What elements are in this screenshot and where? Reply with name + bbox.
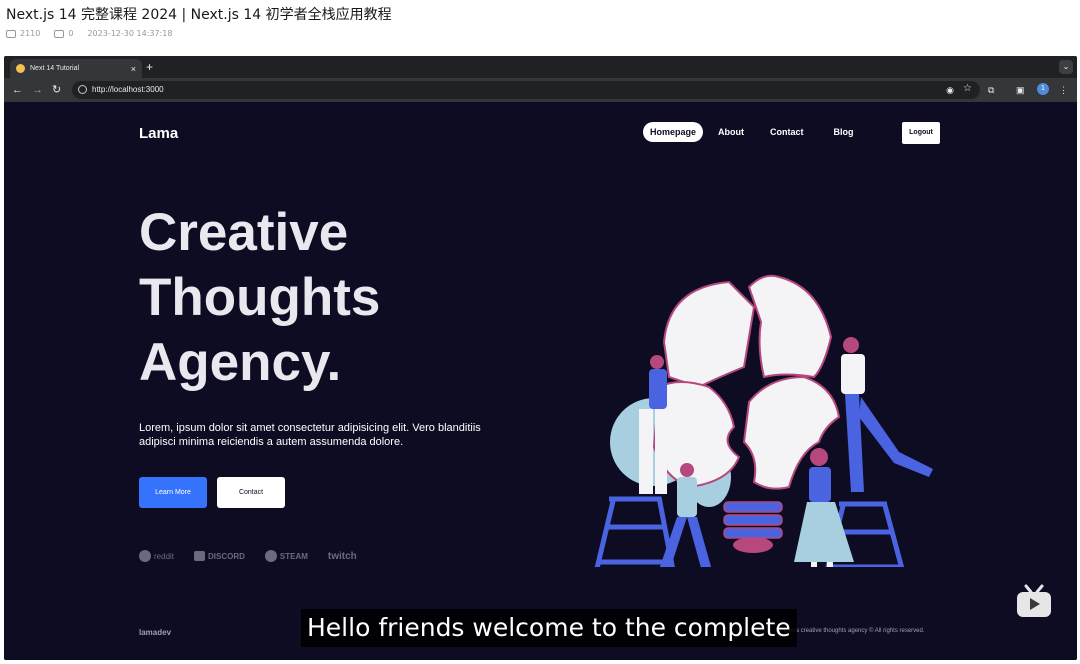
person-left [639, 355, 667, 494]
profile-avatar[interactable]: 1 [1037, 83, 1049, 95]
hero-description: Lorem, ipsum dolor sit amet consectetur … [139, 422, 481, 448]
nav-homepage[interactable]: Homepage [643, 122, 704, 142]
steam-icon [264, 550, 277, 562]
video-subtitle: Hello friends welcome to the complete [301, 609, 797, 647]
browser-tab[interactable]: Next 14 Tutorial × [10, 59, 142, 78]
forward-icon[interactable]: → [32, 82, 43, 98]
site-logo[interactable]: Lama [139, 125, 178, 142]
website-page: Lama Homepage About Contact Blog Logout … [4, 102, 1077, 660]
extensions-icon[interactable]: ⧉ [988, 83, 994, 97]
site-info-icon[interactable] [78, 85, 87, 94]
tab-close-icon[interactable]: × [131, 64, 136, 74]
hero-title-line: Creative [139, 203, 349, 262]
puzzle-illustration [594, 274, 933, 567]
publish-date: 2023-12-30 14:37:18 [87, 29, 173, 38]
comment-icon [54, 29, 65, 38]
url-text[interactable]: http://localhost:3000 [92, 84, 164, 96]
discord-logo: DISCORD [194, 551, 245, 561]
video-frame[interactable]: Next 14 Tutorial × + ⌄ ← → ↻ http://loca… [4, 56, 1077, 660]
discord-icon [194, 551, 206, 561]
steam-logo: STEAM [264, 550, 308, 562]
tv-logo-icon [1017, 584, 1051, 617]
person-right-top [841, 337, 933, 492]
site-nav: Homepage About Contact Blog [643, 122, 869, 142]
hero-title: Creative Thoughts Agency. [139, 200, 380, 395]
nav-blog[interactable]: Blog [827, 122, 861, 142]
twitch-logo: twitch [327, 550, 357, 562]
comment-count: 0 [68, 29, 74, 38]
reddit-icon [139, 550, 151, 562]
brand-logos: reddit DISCORD STEAM twitch [139, 550, 357, 562]
browser-tab-strip: Next 14 Tutorial × + ⌄ [4, 56, 1077, 78]
hero-title-line: Agency. [139, 333, 342, 392]
menu-dots-icon[interactable]: ⋮ [1059, 83, 1068, 97]
footer-logo: lamadev [139, 628, 172, 637]
logout-button[interactable]: Logout [902, 122, 940, 144]
tab-title: Next 14 Tutorial [30, 65, 80, 72]
reload-icon[interactable]: ↻ [52, 82, 61, 98]
puzzle-piece [662, 280, 756, 389]
contact-button[interactable]: Contact [217, 477, 285, 508]
play-count-icon [6, 29, 16, 38]
puzzle-piece [747, 274, 833, 379]
nav-contact[interactable]: Contact [763, 122, 811, 142]
sidebar-icon[interactable]: ▣ [1016, 83, 1025, 97]
favicon-icon [16, 64, 25, 73]
address-bar[interactable]: http://localhost:3000 ◉ ☆ [72, 81, 980, 99]
back-icon[interactable]: ← [12, 82, 23, 98]
video-meta: 2110 0 2023-12-30 14:37:18 [6, 29, 172, 38]
hero-title-line: Thoughts [139, 268, 381, 327]
learn-more-button[interactable]: Learn More [139, 477, 207, 508]
new-tab-button[interactable]: + [146, 59, 153, 75]
video-title: Next.js 14 完整课程 2024 | Next.js 14 初学者全栈应… [6, 7, 392, 23]
nav-about[interactable]: About [711, 122, 751, 142]
browser-toolbar: ← → ↻ http://localhost:3000 ◉ ☆ ⧉ ▣ 1 ⋮ [4, 78, 1077, 102]
footer-copyright: Lama creative thoughts agency © All righ… [784, 628, 925, 634]
reddit-logo: reddit [139, 550, 174, 562]
eye-off-icon[interactable]: ◉ [946, 83, 954, 97]
view-count: 2110 [20, 29, 41, 38]
tab-search-icon[interactable]: ⌄ [1059, 60, 1073, 74]
bookmark-star-icon[interactable]: ☆ [963, 82, 972, 96]
